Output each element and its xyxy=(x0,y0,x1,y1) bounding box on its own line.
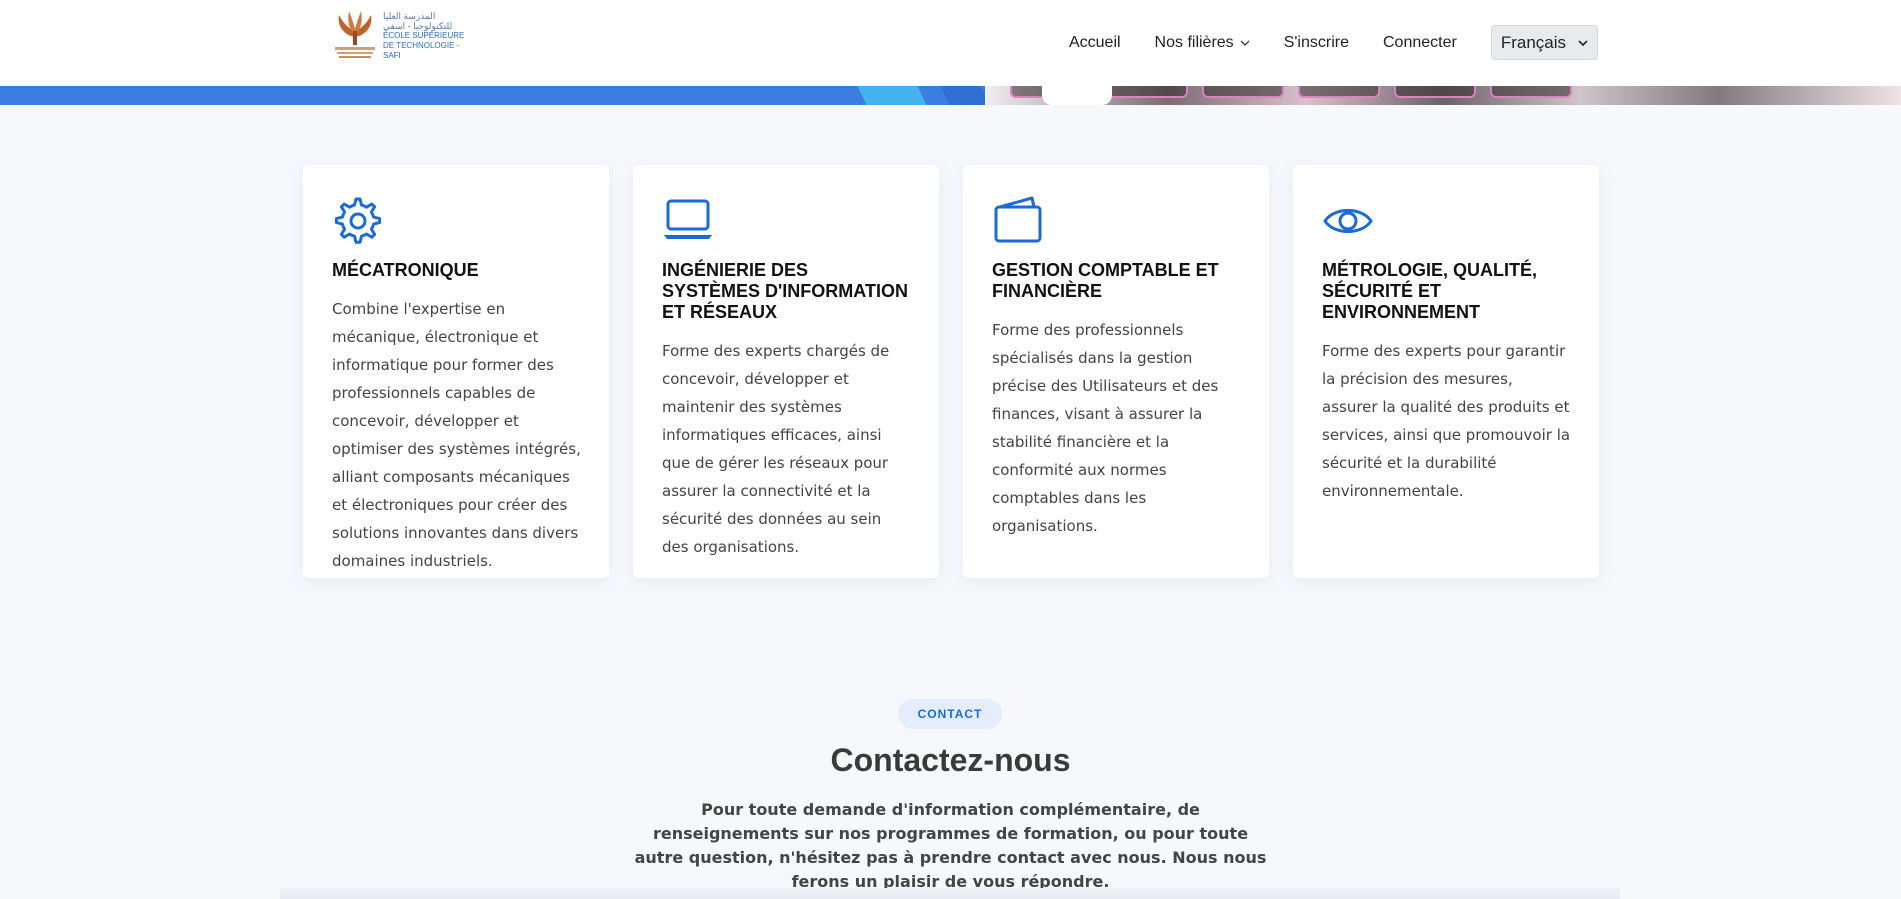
card-text: Forme des experts pour garantir la préci… xyxy=(1322,342,1571,500)
logo-fr-line1: ÉCOLE SUPÉRIEURE xyxy=(383,31,465,40)
program-card[interactable]: MÉCATRONIQUE Combine l'expertise en méca… xyxy=(303,165,609,578)
nav-accueil[interactable]: Accueil xyxy=(1069,34,1121,52)
program-card[interactable]: GESTION COMPTABLE ET FINANCIÈRE Forme de… xyxy=(963,165,1269,578)
main-nav: Accueil Nos filières S'inscrire Connecte… xyxy=(1069,24,1598,61)
hero-banner-strip xyxy=(0,86,1901,105)
chevron-down-icon xyxy=(1578,39,1588,46)
language-select[interactable]: Français xyxy=(1490,25,1598,60)
site-header: المدرسة العليا للتكنولوجيا - اسفي ÉCOLE … xyxy=(0,0,1901,86)
program-card[interactable]: INGÉNIERIE DES SYSTÈMES D'INFORMATION ET… xyxy=(633,165,939,578)
card-text: Combine l'expertise en mécanique, électr… xyxy=(332,300,581,570)
nav-nos-filieres-label: Nos filières xyxy=(1154,33,1234,51)
gear-icon xyxy=(334,197,382,244)
contact-badge: CONTACT xyxy=(898,699,1002,729)
chevron-down-icon xyxy=(1240,40,1250,46)
nav-connecter[interactable]: Connecter xyxy=(1383,34,1457,52)
logo-emblem-icon xyxy=(333,9,377,63)
nav-sinscrire[interactable]: S'inscrire xyxy=(1284,34,1349,52)
card-title: INGÉNIERIE DES SYSTÈMES D'INFORMATION ET… xyxy=(662,260,908,322)
logo-text: المدرسة العليا للتكنولوجيا - اسفي ÉCOLE … xyxy=(383,11,473,61)
card-text: Forme des experts chargés de concevoir, … xyxy=(662,342,890,556)
contact-description: Pour toute demande d'information complém… xyxy=(634,800,1267,891)
card-title: MÉTROLOGIE, QUALITÉ, SÉCURITÉ ET ENVIRON… xyxy=(1322,260,1537,322)
logo-arabic-line1: المدرسة العليا xyxy=(383,11,436,21)
contact-title: Contactez-nous xyxy=(830,742,1071,778)
logo-arabic-line2: للتكنولوجيا - اسفي xyxy=(383,21,453,31)
programs-cards: MÉCATRONIQUE Combine l'expertise en méca… xyxy=(303,165,1599,578)
laptop-icon xyxy=(664,199,712,239)
wallet-icon xyxy=(994,196,1042,243)
card-title: GESTION COMPTABLE ET FINANCIÈRE xyxy=(992,260,1219,301)
program-card[interactable]: MÉTROLOGIE, QUALITÉ, SÉCURITÉ ET ENVIRON… xyxy=(1293,165,1599,578)
school-logo[interactable]: المدرسة العليا للتكنولوجيا - اسفي ÉCOLE … xyxy=(333,8,473,64)
language-selected: Français xyxy=(1500,32,1566,52)
contact-form-top-edge xyxy=(280,888,1620,899)
card-text: Forme des professionnels spécialisés dan… xyxy=(992,321,1219,535)
logo-fr-line2: DE TECHNOLOGIE - SAFI xyxy=(383,41,460,60)
nav-nos-filieres[interactable]: Nos filières xyxy=(1155,34,1250,52)
card-title: MÉCATRONIQUE xyxy=(332,260,479,280)
eye-icon xyxy=(1323,209,1373,233)
